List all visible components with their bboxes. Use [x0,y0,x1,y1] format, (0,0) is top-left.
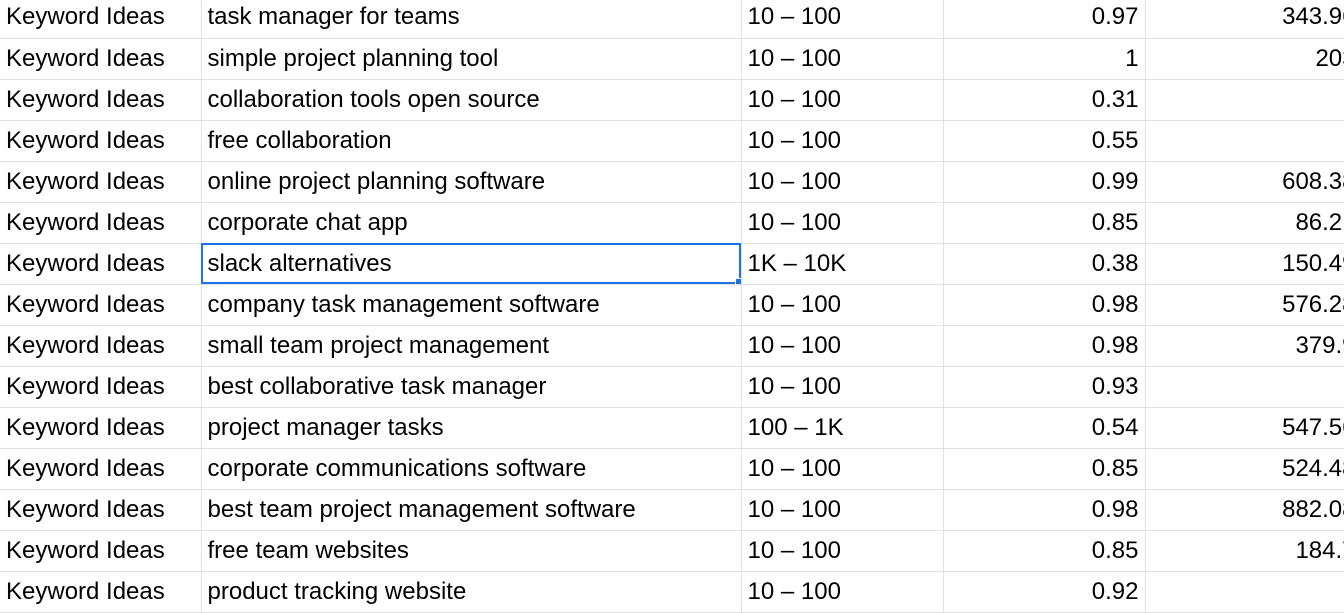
cell-campaign[interactable]: Keyword Ideas [0,530,202,572]
cell-competition[interactable]: 0.92 [943,571,1146,613]
cell-suggested-bid[interactable]: 184.7 [1145,530,1344,572]
cell-keyword[interactable]: corporate chat app [201,202,742,244]
cell-suggested-bid[interactable]: 150.49 [1145,243,1344,285]
cell-campaign[interactable]: Keyword Ideas [0,325,202,367]
cell-keyword[interactable]: free collaboration [201,120,742,162]
cell-suggested-bid[interactable] [1145,366,1344,408]
cell-keyword[interactable]: free team websites [201,530,742,572]
cell-competition[interactable]: 1 [943,38,1146,80]
cell-keyword[interactable]: simple project planning tool [201,38,742,80]
cell-avg-monthly-searches[interactable]: 10 – 100 [741,79,944,121]
table-row: Keyword Ideas online project planning sof… [0,161,1344,203]
cell-avg-monthly-searches[interactable]: 10 – 100 [741,571,944,613]
cell-suggested-bid[interactable]: 343.96 [1145,0,1344,39]
cell-campaign[interactable]: Keyword Ideas [0,161,202,203]
table-row: Keyword Ideas simple project planning too… [0,38,1344,80]
cell-suggested-bid[interactable]: 86.21 [1145,202,1344,244]
cell-competition[interactable]: 0.98 [943,325,1146,367]
cell-suggested-bid[interactable]: 379.9 [1145,325,1344,367]
table-row: Keyword Ideas project manager tasks 100 – … [0,407,1344,449]
cell-avg-monthly-searches[interactable]: 1K – 10K [741,243,944,285]
cell-competition[interactable]: 0.93 [943,366,1146,408]
cell-suggested-bid[interactable]: 576.28 [1145,284,1344,326]
cell-avg-monthly-searches[interactable]: 100 – 1K [741,407,944,449]
cell-suggested-bid[interactable]: 608.38 [1145,161,1344,203]
cell-suggested-bid[interactable]: 882.08 [1145,489,1344,531]
table-row: Keyword Ideas best team project managemen… [0,489,1344,531]
cell-campaign[interactable]: Keyword Ideas [0,407,202,449]
cell-avg-monthly-searches[interactable]: 10 – 100 [741,530,944,572]
cell-competition[interactable]: 0.97 [943,0,1146,39]
cell-suggested-bid[interactable] [1145,120,1344,162]
spreadsheet-grid: Keyword Ideas task manager for teams 10 – … [0,0,1344,613]
cell-campaign[interactable]: Keyword Ideas [0,79,202,121]
table-row: Keyword Ideas corporate communications so… [0,448,1344,490]
cell-keyword[interactable]: online project planning software [201,161,742,203]
cell-keyword[interactable]: corporate communications software [201,448,742,490]
cell-competition[interactable]: 0.85 [943,530,1146,572]
cell-keyword[interactable]: collaboration tools open source [201,79,742,121]
cell-suggested-bid[interactable]: 524.48 [1145,448,1344,490]
cell-campaign[interactable]: Keyword Ideas [0,0,202,39]
cell-competition[interactable]: 0.99 [943,161,1146,203]
cell-avg-monthly-searches[interactable]: 10 – 100 [741,284,944,326]
cell-campaign[interactable]: Keyword Ideas [0,243,202,285]
cell-competition[interactable]: 0.55 [943,120,1146,162]
sheet-body: Keyword Ideas task manager for teams 10 – … [0,0,1344,613]
cell-competition[interactable]: 0.38 [943,243,1146,285]
cell-keyword[interactable]: project manager tasks [201,407,742,449]
cell-avg-monthly-searches[interactable]: 10 – 100 [741,38,944,80]
cell-avg-monthly-searches[interactable]: 10 – 100 [741,448,944,490]
cell-avg-monthly-searches[interactable]: 10 – 100 [741,325,944,367]
cell-competition[interactable]: 0.31 [943,79,1146,121]
cell-campaign[interactable]: Keyword Ideas [0,120,202,162]
cell-campaign[interactable]: Keyword Ideas [0,202,202,244]
cell-campaign[interactable]: Keyword Ideas [0,38,202,80]
cell-suggested-bid[interactable]: 547.56 [1145,407,1344,449]
cell-avg-monthly-searches[interactable]: 10 – 100 [741,161,944,203]
table-row: Keyword Ideas free team websites 10 – 100 0… [0,530,1344,572]
cell-keyword[interactable]: product tracking website [201,571,742,613]
cell-suggested-bid[interactable] [1145,571,1344,613]
cell-keyword[interactable]: best collaborative task manager [201,366,742,408]
cell-competition[interactable]: 0.85 [943,448,1146,490]
table-row: Keyword Ideas company task management sof… [0,284,1344,326]
cell-avg-monthly-searches[interactable]: 10 – 100 [741,489,944,531]
table-row: Keyword Ideas best collaborative task man… [0,366,1344,408]
cell-keyword[interactable]: best team project management software [201,489,742,531]
table-row: Keyword Ideas collaboration tools open so… [0,79,1344,121]
cell-suggested-bid[interactable]: 203 [1145,38,1344,80]
table-row: Keyword Ideas product tracking website 10 … [0,571,1344,613]
selected-cell[interactable]: slack alternatives [201,243,742,285]
table-row: Keyword Ideas task manager for teams 10 – … [0,0,1344,39]
cell-competition[interactable]: 0.85 [943,202,1146,244]
fill-handle[interactable] [734,277,740,283]
cell-avg-monthly-searches[interactable]: 10 – 100 [741,366,944,408]
cell-avg-monthly-searches[interactable]: 10 – 100 [741,120,944,162]
cell-suggested-bid[interactable] [1145,79,1344,121]
cell-competition[interactable]: 0.98 [943,284,1146,326]
cell-campaign[interactable]: Keyword Ideas [0,284,202,326]
cell-keyword[interactable]: company task management software [201,284,742,326]
cell-competition[interactable]: 0.54 [943,407,1146,449]
table-row: Keyword Ideas small team project manageme… [0,325,1344,367]
cell-competition[interactable]: 0.98 [943,489,1146,531]
cell-keyword[interactable]: task manager for teams [201,0,742,39]
cell-avg-monthly-searches[interactable]: 10 – 100 [741,202,944,244]
cell-campaign[interactable]: Keyword Ideas [0,448,202,490]
table-row: Keyword Ideas free collaboration 10 – 100 0… [0,120,1344,162]
cell-avg-monthly-searches[interactable]: 10 – 100 [741,0,944,39]
cell-campaign[interactable]: Keyword Ideas [0,366,202,408]
table-row: Keyword Ideas slack alternatives 1K – 10K 0… [0,243,1344,285]
cell-keyword[interactable]: small team project management [201,325,742,367]
table-row: Keyword Ideas corporate chat app 10 – 100 0… [0,202,1344,244]
cell-campaign[interactable]: Keyword Ideas [0,571,202,613]
cell-campaign[interactable]: Keyword Ideas [0,489,202,531]
